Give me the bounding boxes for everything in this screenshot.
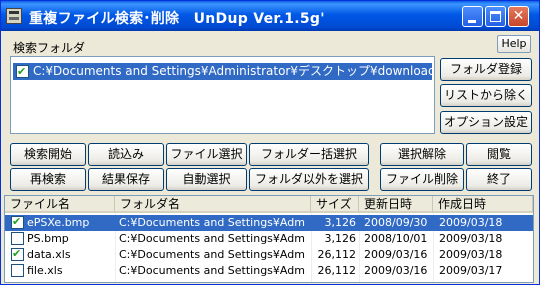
minimize-button[interactable] bbox=[462, 6, 483, 27]
delete-file-button[interactable]: ファイル削除 bbox=[380, 168, 464, 191]
cell-size: 3,126 bbox=[324, 216, 357, 229]
results-list[interactable]: ファイル名 フォルダ名 サイズ 更新日時 作成日時 ePSXe.bmp C:¥D… bbox=[4, 195, 534, 283]
table-row[interactable]: ePSXe.bmp C:¥Documents and Settings¥Adm … bbox=[5, 214, 533, 231]
option-settings-button[interactable]: オプション設定 bbox=[440, 111, 532, 134]
app-window: 重複ファイル検索･削除 UnDup Ver.1.5g' ✕ 検索フォルダ Hel… bbox=[0, 0, 540, 285]
cell-created: 2009/03/18 bbox=[439, 216, 503, 229]
remove-from-list-button[interactable]: リストから除く bbox=[440, 84, 532, 107]
folder-path: C:¥Documents and Settings¥Administrator¥… bbox=[33, 64, 432, 78]
exit-button[interactable]: 終了 bbox=[466, 168, 532, 191]
table-row[interactable]: file.xls C:¥Documents and Settings¥Adm 2… bbox=[5, 263, 533, 279]
cell-filename: PS.bmp bbox=[27, 232, 69, 245]
folder-bulk-select-button[interactable]: フォルダー括選択 bbox=[249, 143, 369, 166]
file-select-button[interactable]: ファイル選択 bbox=[166, 143, 247, 166]
cell-size: 26,112 bbox=[317, 248, 357, 261]
column-header-folder[interactable]: フォルダ名 bbox=[115, 196, 311, 213]
column-header-modified[interactable]: 更新日時 bbox=[359, 196, 433, 213]
title-bar[interactable]: 重複ファイル検索･削除 UnDup Ver.1.5g' ✕ bbox=[1, 1, 539, 31]
cell-created: 2009/03/18 bbox=[439, 232, 503, 245]
register-folder-button[interactable]: フォルダ登録 bbox=[440, 58, 532, 81]
app-icon bbox=[6, 8, 22, 24]
column-header-created[interactable]: 作成日時 bbox=[433, 196, 533, 213]
save-results-button[interactable]: 結果保存 bbox=[88, 168, 164, 191]
cell-folder: C:¥Documents and Settings¥Adm bbox=[119, 264, 305, 277]
cell-filename: file.xls bbox=[27, 264, 63, 277]
row-checkbox[interactable] bbox=[11, 232, 24, 245]
folder-checkbox[interactable] bbox=[16, 63, 29, 80]
search-start-button[interactable]: 検索開始 bbox=[10, 143, 86, 166]
help-button[interactable]: Help bbox=[497, 35, 531, 53]
browse-button[interactable]: 閲覧 bbox=[466, 143, 532, 166]
search-folder-label: 検索フォルダ bbox=[13, 41, 86, 55]
close-icon: ✕ bbox=[512, 8, 525, 24]
cell-size: 3,126 bbox=[324, 232, 357, 245]
cell-modified: 2008/10/01 bbox=[364, 232, 428, 245]
deselect-button[interactable]: 選択解除 bbox=[380, 143, 464, 166]
table-row[interactable]: data.xls C:¥Documents and Settings¥Adm 2… bbox=[5, 246, 533, 263]
cell-created: 2009/03/18 bbox=[439, 248, 503, 261]
search-folder-list[interactable]: C:¥Documents and Settings¥Administrator¥… bbox=[10, 56, 435, 134]
cell-modified: 2008/09/30 bbox=[364, 216, 428, 229]
window-title: 重複ファイル検索･削除 UnDup Ver.1.5g' bbox=[29, 11, 325, 27]
column-header-size[interactable]: サイズ bbox=[311, 196, 359, 213]
close-button[interactable]: ✕ bbox=[508, 6, 529, 27]
table-row[interactable]: PS.bmp C:¥Documents and Settings¥Adm 3,1… bbox=[5, 231, 533, 247]
load-button[interactable]: 読込み bbox=[88, 143, 164, 166]
cell-folder: C:¥Documents and Settings¥Adm bbox=[119, 232, 305, 245]
row-checkbox[interactable] bbox=[11, 214, 24, 230]
column-header-filename[interactable]: ファイル名 bbox=[5, 196, 115, 213]
research-button[interactable]: 再検索 bbox=[10, 168, 86, 191]
row-checkbox[interactable] bbox=[11, 264, 24, 277]
cell-filename: ePSXe.bmp bbox=[27, 216, 90, 229]
cell-folder: C:¥Documents and Settings¥Adm bbox=[119, 248, 305, 261]
cell-folder: C:¥Documents and Settings¥Adm bbox=[119, 216, 305, 229]
select-outside-folder-button[interactable]: フォルダ以外を選択 bbox=[249, 168, 369, 191]
maximize-button[interactable] bbox=[485, 6, 506, 27]
cell-size: 26,112 bbox=[317, 264, 357, 277]
cell-created: 2009/03/17 bbox=[439, 264, 503, 277]
row-checkbox[interactable] bbox=[11, 246, 24, 262]
cell-modified: 2009/03/16 bbox=[364, 248, 428, 261]
cell-modified: 2009/03/16 bbox=[364, 264, 428, 277]
cell-filename: data.xls bbox=[27, 248, 71, 261]
folder-list-item[interactable]: C:¥Documents and Settings¥Administrator¥… bbox=[13, 63, 432, 80]
auto-select-button[interactable]: 自動選択 bbox=[166, 168, 247, 191]
